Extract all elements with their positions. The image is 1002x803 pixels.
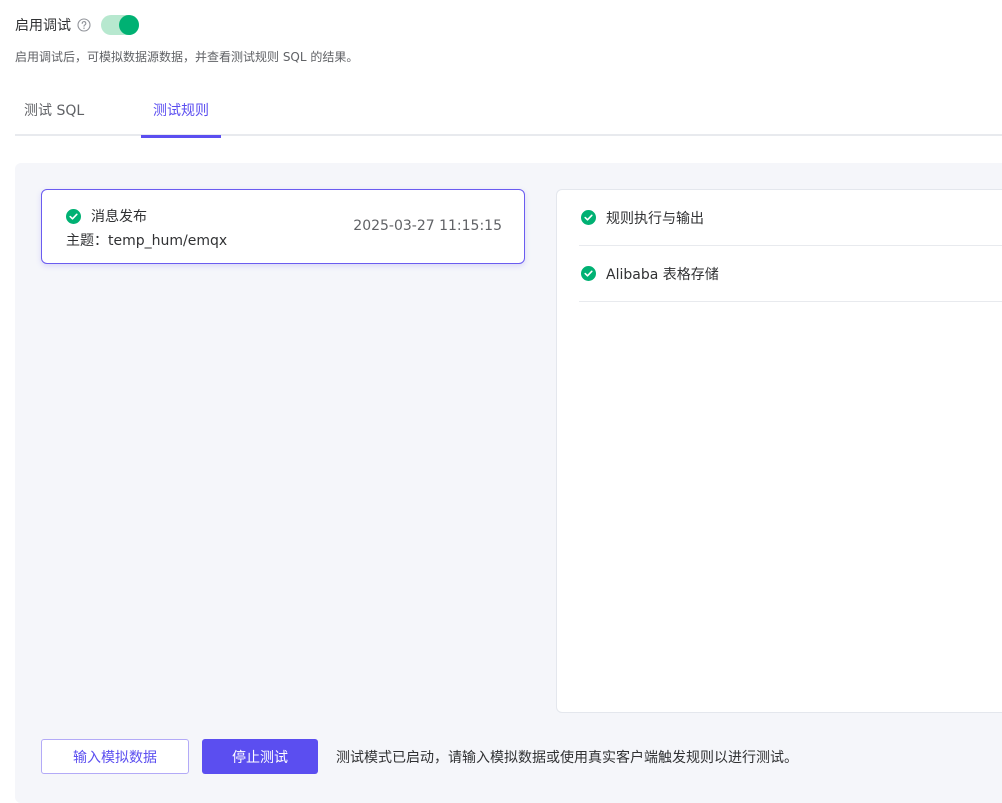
result-item-alibaba-tablestore[interactable]: Alibaba 表格存储 <box>579 246 1002 302</box>
check-circle-icon <box>581 210 596 225</box>
switch-knob <box>119 15 139 35</box>
event-topic: 主题：temp_hum/emqx <box>66 233 228 249</box>
help-icon[interactable] <box>77 18 91 32</box>
test-tabs: 测试 SQL 测试规则 <box>15 92 1002 138</box>
debug-switch[interactable] <box>101 15 139 35</box>
result-item-label: Alibaba 表格存储 <box>606 266 719 283</box>
test-panel: 消息发布 主题：temp_hum/emqx 2025-03-27 11:15:1… <box>15 163 1002 803</box>
check-circle-icon <box>581 266 596 281</box>
debug-toggle-row: 启用调试 <box>15 14 139 36</box>
event-time: 2025-03-27 11:15:15 <box>353 218 502 234</box>
debug-description: 启用调试后，可模拟数据源数据，并查看测试规则 SQL 的结果。 <box>15 50 359 64</box>
event-name: 消息发布 <box>91 209 147 225</box>
input-mock-data-button[interactable]: 输入模拟数据 <box>41 739 189 774</box>
result-item-label: 规则执行与输出 <box>606 210 704 227</box>
tab-test-rule[interactable]: 测试规则 <box>141 92 221 138</box>
stop-test-button[interactable]: 停止测试 <box>202 739 318 774</box>
tab-test-sql[interactable]: 测试 SQL <box>24 92 84 136</box>
check-circle-icon <box>66 208 81 224</box>
event-name-row: 消息发布 <box>66 206 147 226</box>
test-status-message: 测试模式已启动，请输入模拟数据或使用真实客户端触发规则以进行测试。 <box>336 750 798 766</box>
result-list: 规则执行与输出 Alibaba 表格存储 <box>556 189 1002 713</box>
debug-label: 启用调试 <box>15 18 71 34</box>
event-card[interactable]: 消息发布 主题：temp_hum/emqx 2025-03-27 11:15:1… <box>41 189 525 264</box>
result-item-rule-output[interactable]: 规则执行与输出 <box>579 190 1002 246</box>
